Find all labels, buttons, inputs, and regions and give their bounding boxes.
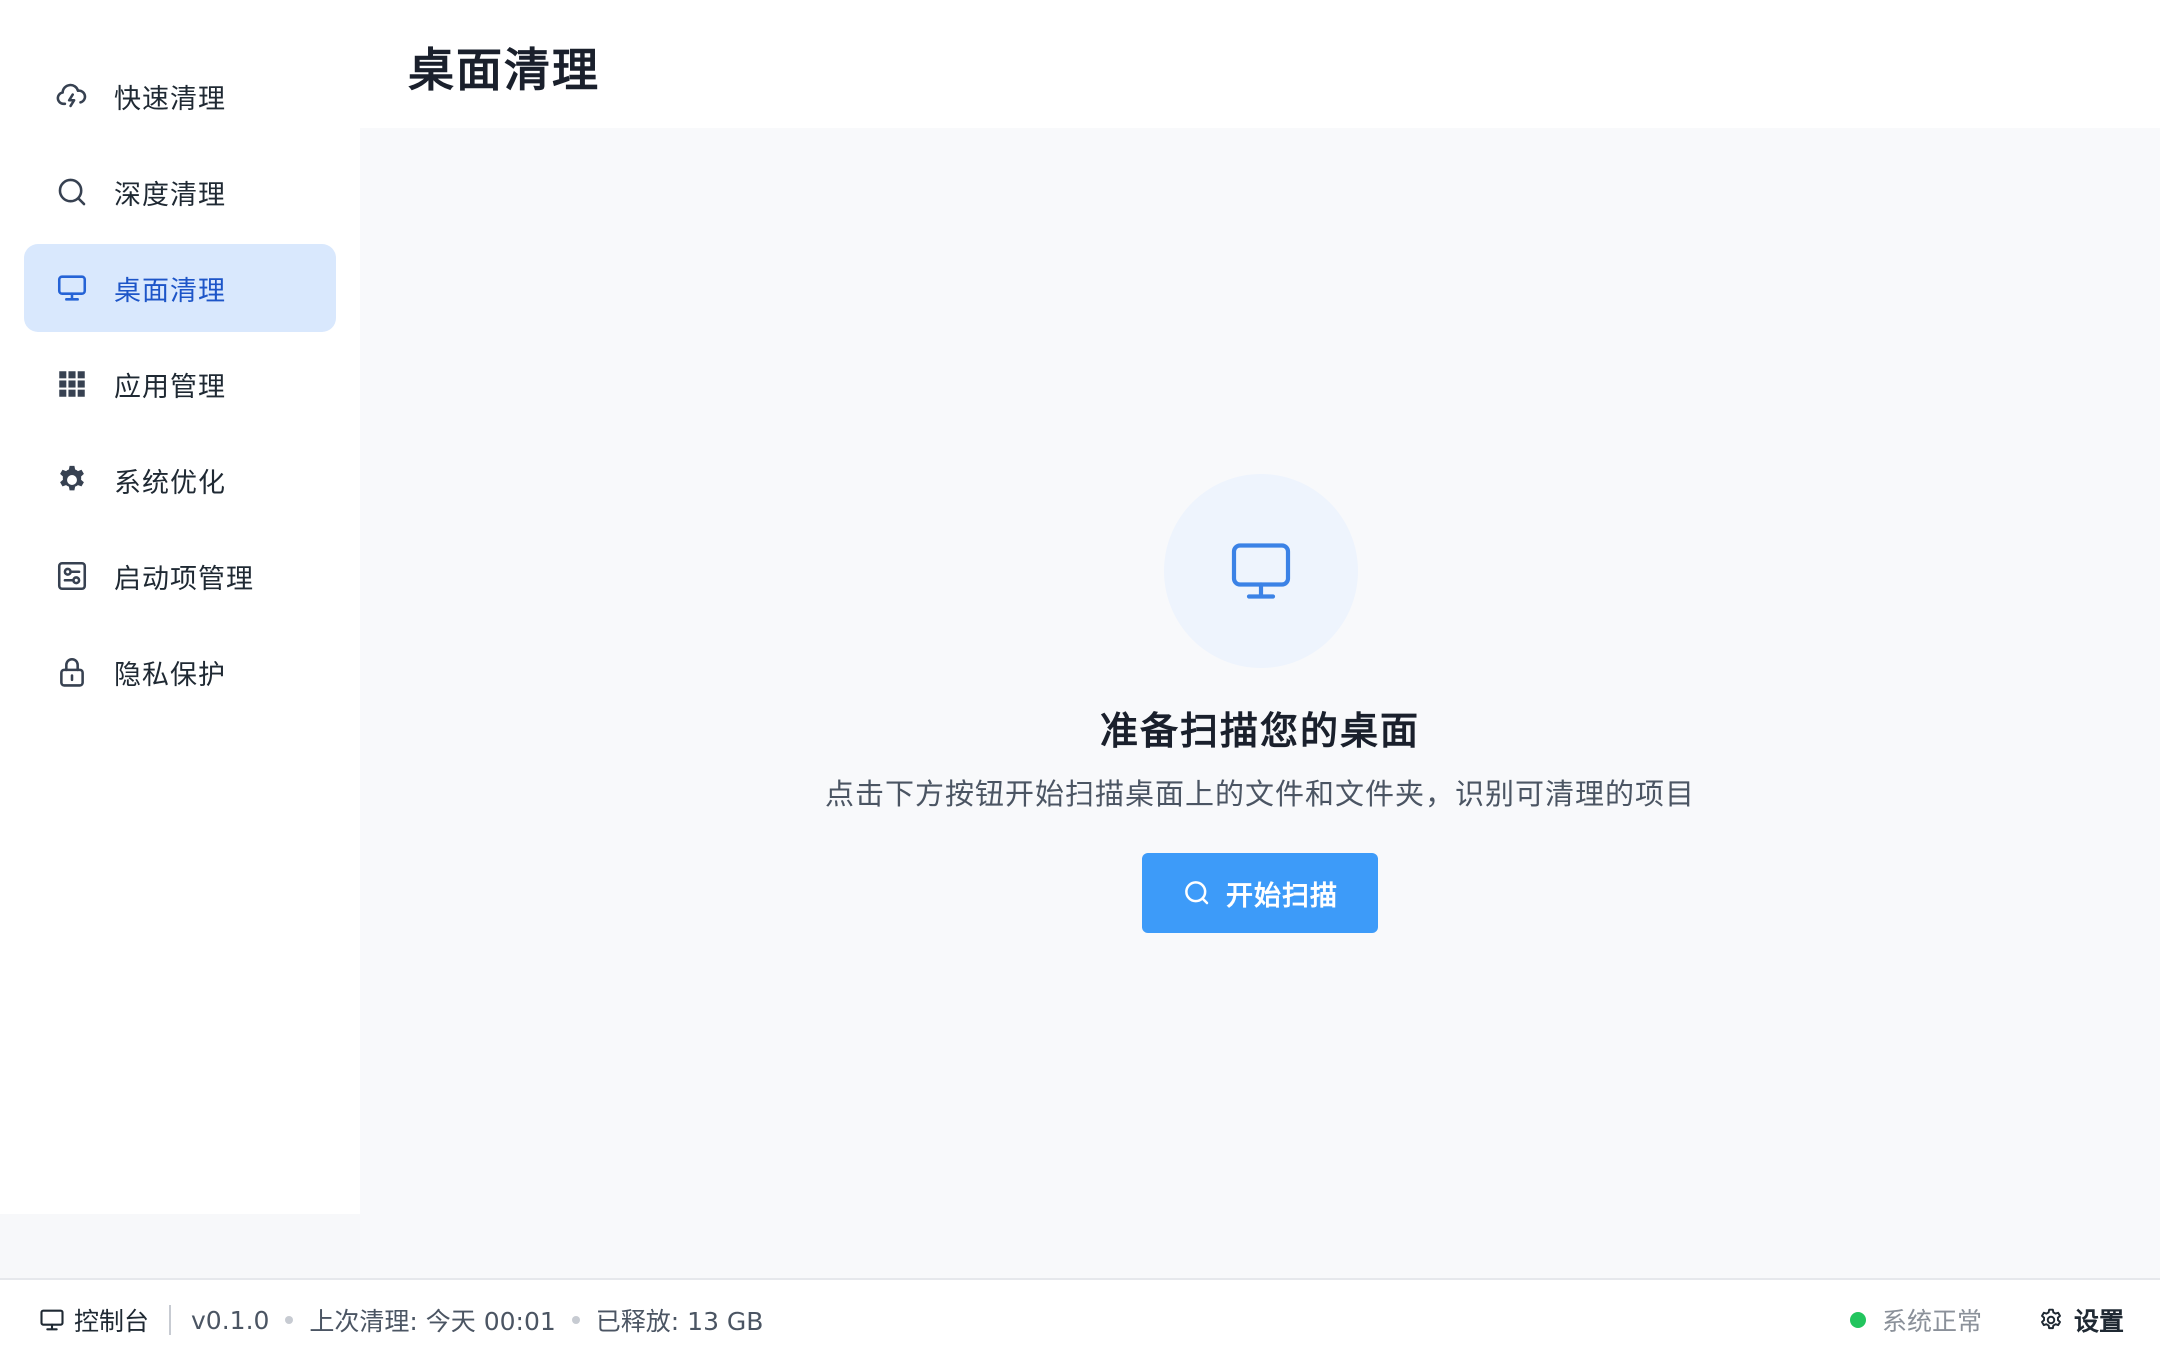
- status-bar-right: 系统正常 设置: [1849, 1280, 2124, 1360]
- page-header: 桌面清理: [360, 0, 2160, 128]
- console-button[interactable]: 控制台: [38, 1302, 149, 1338]
- empty-state-title: 准备扫描您的桌面: [1099, 709, 1420, 753]
- console-label: 控制台: [74, 1307, 150, 1336]
- last-clean-text: 上次清理: 今天 00:01: [309, 1307, 556, 1336]
- sidebar-item-label: 深度清理: [114, 179, 226, 211]
- version-text: v0.1.0: [191, 1305, 270, 1335]
- sidebar-item-label: 应用管理: [114, 371, 226, 403]
- settings-label: 设置: [2073, 1307, 2124, 1336]
- search-icon: [1185, 881, 1209, 905]
- sidebar-nav: 快速清理 深度清理 桌面清理 应用管理 系统优化 启动项管理 隐私保护: [24, 52, 336, 724]
- start-scan-button[interactable]: 开始扫描: [1142, 853, 1378, 933]
- divider-dot: [571, 1316, 580, 1324]
- lock-icon: [54, 654, 90, 690]
- sidebar-item-app-management[interactable]: 应用管理: [24, 340, 336, 428]
- main-content: 准备扫描您的桌面 点击下方按钮开始扫描桌面上的文件和文件夹，识别可清理的项目 开…: [360, 128, 2160, 1278]
- sidebar-item-label: 快速清理: [114, 83, 226, 115]
- monitor-icon: [54, 270, 90, 306]
- sidebar-item-label: 桌面清理: [114, 275, 226, 307]
- cloud-lightning-icon: [54, 78, 90, 114]
- sidebar-item-startup-management[interactable]: 启动项管理: [24, 532, 336, 620]
- sidebar-item-system-optimize[interactable]: 系统优化: [24, 436, 336, 524]
- gear-icon: [2041, 1308, 2061, 1330]
- start-scan-label: 开始扫描: [1226, 880, 1338, 912]
- sliders-icon: [54, 558, 90, 594]
- empty-state-illustration: [1164, 474, 1358, 668]
- sidebar: 快速清理 深度清理 桌面清理 应用管理 系统优化 启动项管理 隐私保护: [0, 0, 360, 1278]
- app-window: 快速清理 深度清理 桌面清理 应用管理 系统优化 启动项管理 隐私保护 桌面清理…: [0, 0, 2160, 1360]
- search-icon: [54, 174, 90, 210]
- status-bar-left: 控制台 v0.1.0 上次清理: 今天 00:01 已释放: 13 GB: [0, 1302, 763, 1338]
- sidebar-footer: [0, 1214, 360, 1278]
- sidebar-item-label: 系统优化: [114, 467, 226, 499]
- sidebar-item-privacy[interactable]: 隐私保护: [24, 628, 336, 716]
- settings-button[interactable]: 设置: [2038, 1302, 2124, 1338]
- page-title: 桌面清理: [408, 43, 600, 97]
- freed-space-text: 已释放: 13 GB: [595, 1307, 764, 1336]
- status-bar: 控制台 v0.1.0 上次清理: 今天 00:01 已释放: 13 GB 系统正…: [0, 1278, 2160, 1360]
- monitor-icon: [1231, 543, 1291, 599]
- sidebar-item-desktop-clean[interactable]: 桌面清理: [24, 244, 336, 332]
- monitor-icon: [40, 1309, 64, 1331]
- status-indicator-dot: [1849, 1312, 1866, 1328]
- system-status-text: 系统正常: [1881, 1307, 1982, 1336]
- sidebar-item-quick-clean[interactable]: 快速清理: [24, 52, 336, 140]
- gear-icon: [54, 462, 90, 498]
- divider-dot: [285, 1316, 294, 1324]
- divider: [169, 1305, 172, 1335]
- sidebar-item-deep-clean[interactable]: 深度清理: [24, 148, 336, 236]
- sidebar-item-label: 隐私保护: [114, 659, 226, 691]
- empty-state-description: 点击下方按钮开始扫描桌面上的文件和文件夹，识别可清理的项目: [824, 777, 1695, 811]
- grid-icon: [54, 366, 90, 402]
- sidebar-item-label: 启动项管理: [114, 563, 254, 595]
